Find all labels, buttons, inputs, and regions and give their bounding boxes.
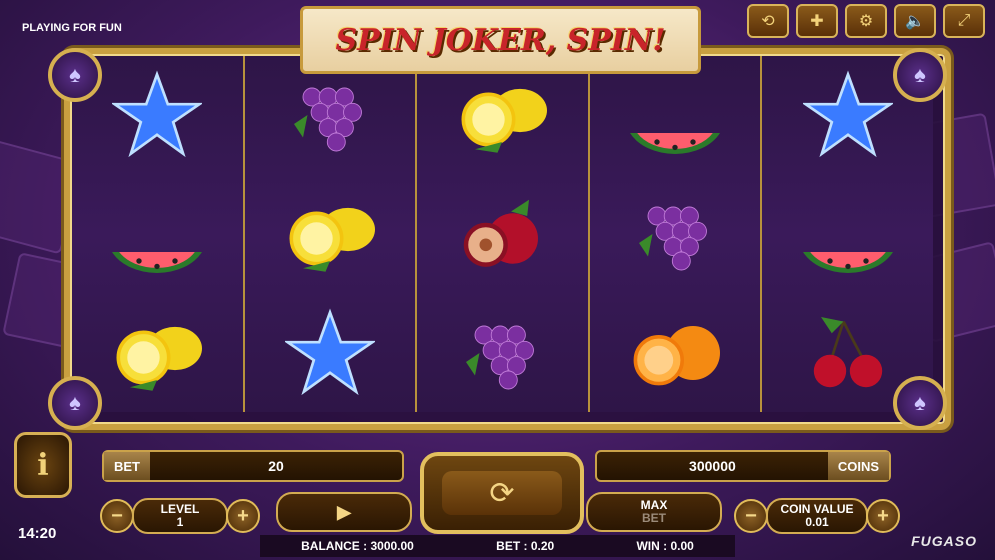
status-bar: BALANCE : 3000.00 BET : 0.20 WIN : 0.00 [260, 535, 735, 557]
top-controls: ⟲ ✚ ⚙ 🔈 ⤢ [747, 4, 985, 38]
minus-icon: − [111, 504, 123, 527]
coins-bar: 300000 COINS [595, 450, 891, 482]
mode-label: PLAYING FOR FUN [22, 22, 122, 34]
info-button[interactable]: i [14, 432, 72, 498]
star-icon [245, 293, 416, 412]
spade-corner-icon: ♠ [893, 376, 947, 430]
bet-text: BET : 0.20 [496, 539, 555, 553]
game-logo: SPIN JOKER, SPIN! [300, 6, 701, 74]
reel-1 [72, 56, 245, 412]
reel-4 [589, 56, 763, 412]
win-text: WIN : 0.00 [636, 539, 694, 553]
history-icon[interactable]: ⟲ [747, 4, 789, 38]
bet-bar: BET 20 [102, 450, 404, 482]
lemon-icon [245, 175, 416, 294]
autoplay-button[interactable]: ▶ [276, 492, 412, 532]
reel-2 [244, 56, 418, 412]
spade-corner-icon: ♠ [48, 376, 102, 430]
level-display: LEVEL 1 [132, 498, 228, 534]
settings-icon[interactable]: ⚙ [845, 4, 887, 38]
coin-value-display: COIN VALUE 0.01 [766, 498, 868, 534]
watermelon-icon [72, 175, 243, 294]
bet-value: 20 [268, 458, 284, 474]
coin-value-value: 0.01 [805, 515, 829, 529]
bet-label: BET [104, 452, 150, 480]
reel-3 [417, 56, 590, 412]
logo-text: SPIN JOKER, SPIN! [335, 22, 666, 58]
plus-icon: + [237, 504, 249, 527]
balance-text: BALANCE : 3000.00 [301, 539, 414, 553]
coins-label: COINS [827, 452, 889, 480]
max-bet-line2: BET [642, 511, 666, 525]
grapes-icon [417, 293, 588, 412]
info-icon: i [37, 447, 49, 483]
level-value: 1 [176, 515, 184, 529]
coin-value-plus-button[interactable]: + [866, 499, 900, 533]
spade-corner-icon: ♠ [893, 48, 947, 102]
coins-value: 300000 [689, 458, 736, 474]
level-minus-button[interactable]: − [100, 499, 134, 533]
brand-logo: FUGASO [911, 533, 977, 549]
clock: 14:20 [18, 525, 57, 542]
spade-corner-icon: ♠ [48, 48, 102, 102]
sound-icon[interactable]: 🔈 [894, 4, 936, 38]
grapes-icon [590, 175, 761, 294]
level-plus-button[interactable]: + [226, 499, 260, 533]
flag-uk-icon[interactable]: ✚ [796, 4, 838, 38]
reel-5 [762, 56, 933, 412]
minus-icon: − [745, 504, 757, 527]
reels [72, 56, 933, 412]
spin-icon: ⟳ [442, 471, 562, 515]
orange-icon [590, 293, 761, 412]
plum-icon [417, 175, 588, 294]
spin-button[interactable]: ⟳ [420, 452, 584, 534]
max-bet-button[interactable]: MAX BET [586, 492, 722, 532]
coin-value-minus-button[interactable]: − [734, 499, 768, 533]
play-icon: ▶ [337, 501, 351, 522]
plus-icon: + [877, 504, 889, 527]
watermelon-icon [762, 175, 933, 294]
fullscreen-icon[interactable]: ⤢ [943, 4, 985, 38]
